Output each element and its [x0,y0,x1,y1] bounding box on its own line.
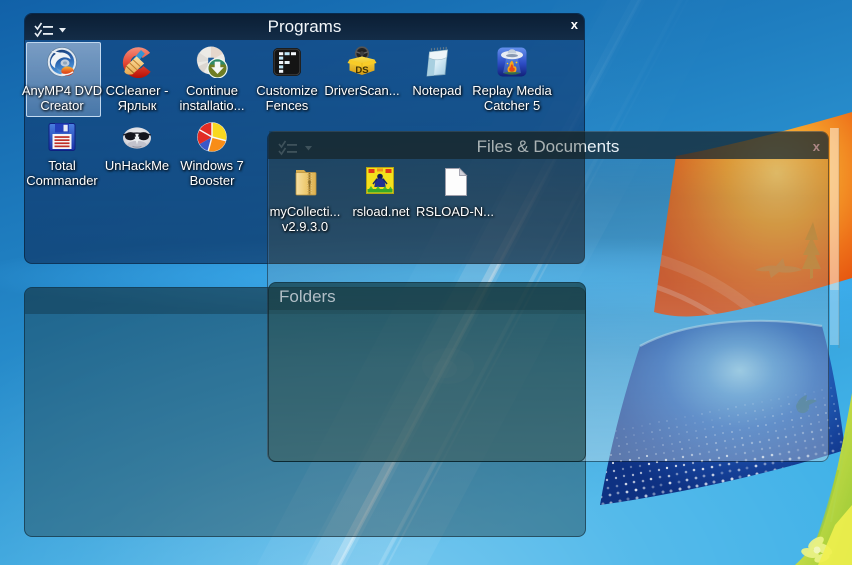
svg-text:DS: DS [355,65,368,76]
